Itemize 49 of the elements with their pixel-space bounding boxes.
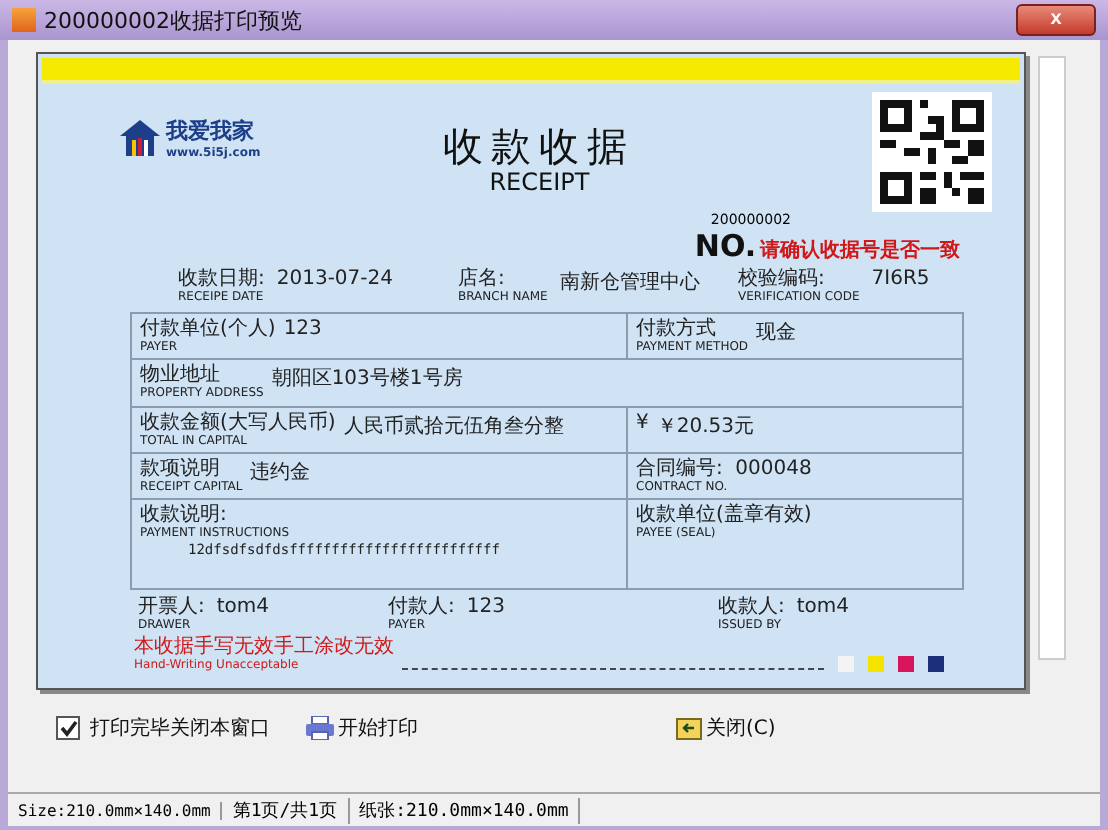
printer-icon	[306, 716, 334, 741]
field-label: 收款金额(大写人民币)	[140, 411, 336, 434]
checkbox[interactable]	[56, 716, 80, 741]
field-value: 现金	[756, 320, 797, 349]
status-bar-field: Size:210.0mm×140.0mm	[8, 801, 223, 819]
signature-label: 开票人:	[138, 595, 205, 618]
field-value: 违约金	[250, 459, 311, 488]
signature-value: tom4	[216, 595, 270, 618]
close-after-print-checkbox[interactable]: 打印完毕关闭本窗口	[56, 714, 270, 743]
number-notice: 请确认收据号是否一致	[760, 237, 961, 264]
field-label: 校验编码:	[738, 268, 827, 290]
field-value: 2013-07-24	[276, 268, 393, 290]
signature-label: 收款人:	[718, 595, 785, 618]
field-label: 收款单位(盖章有效)	[636, 503, 812, 526]
field-label: 款项说明	[140, 457, 222, 480]
field-label: 收款日期:	[178, 268, 265, 290]
warning-text: 本收据手写无效手工涂改无效	[134, 636, 394, 659]
logo-text: 我爱我家	[166, 116, 256, 146]
house-logo-icon	[118, 118, 162, 158]
print-button[interactable]: 开始打印	[302, 714, 422, 743]
signature-label: 付款人:	[388, 595, 455, 618]
field-label: ¥	[636, 411, 649, 434]
field-label: 合同编号:	[636, 457, 725, 480]
app-icon	[12, 8, 36, 32]
field-value: 人民币贰拾元伍角叁分整	[343, 413, 564, 442]
qr-code-icon	[872, 92, 992, 212]
close-button[interactable]: x	[1016, 4, 1096, 36]
field-label: 物业地址	[140, 364, 222, 387]
status-bar-field: 第1页/共1页	[222, 797, 350, 823]
field-value: ￥20.53元	[656, 413, 755, 442]
field-value: 朝阳区103号楼1号房	[271, 365, 463, 395]
field-label: 付款单位(个人)	[140, 318, 276, 341]
receipt-title: 收款收据	[443, 124, 636, 168]
field-label: 店名:	[458, 268, 507, 290]
signature-value: 123	[466, 595, 505, 618]
field-label: 收款说明:	[140, 503, 229, 526]
status-bar-field: 纸张:210.0mm×140.0mm	[349, 797, 581, 823]
window-title: 200000002收据打印预览	[44, 5, 304, 35]
field-label: 付款方式	[636, 318, 718, 341]
field-value: 7I6R5	[871, 268, 930, 290]
field-value: 南新仓管理中心	[559, 269, 700, 296]
close-window-button[interactable]: 关闭(C)	[672, 714, 780, 743]
field-value: 123	[283, 318, 322, 345]
field-value: 000048	[735, 457, 812, 484]
signature-value: tom4	[796, 595, 850, 618]
receipt-subtitle: RECEIPT	[489, 168, 590, 196]
check-icon	[59, 719, 77, 738]
number-label: NO.	[694, 228, 757, 264]
checkbox-label: 打印完毕关闭本窗口	[90, 715, 270, 743]
